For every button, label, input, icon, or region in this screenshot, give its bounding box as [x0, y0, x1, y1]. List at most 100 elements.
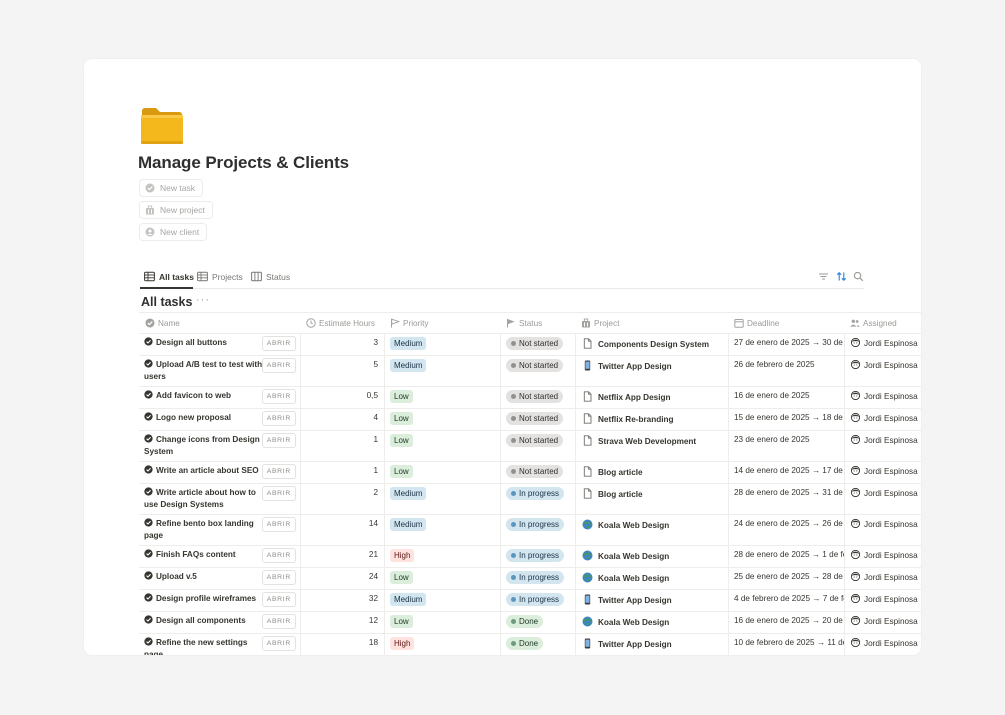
new-project-button[interactable]: New project: [139, 201, 213, 219]
deadline-cell[interactable]: 25 de enero de 2025 → 28 de en: [728, 567, 844, 589]
table-row[interactable]: Upload v.5 ABRIR 24 Low In progress Koala Web…: [139, 567, 921, 590]
status-cell[interactable]: Not started: [500, 386, 575, 408]
project-link[interactable]: Netflix Re-branding: [598, 415, 674, 424]
estimate-hours[interactable]: 3: [300, 333, 384, 355]
assigned-cell[interactable]: Jordi Espinosa: [844, 567, 921, 589]
task-name-cell[interactable]: Logo new proposal ABRIR: [139, 408, 300, 430]
status-cell[interactable]: Not started: [500, 355, 575, 386]
column-header-assigned[interactable]: Assigned: [844, 313, 921, 333]
deadline-cell[interactable]: 23 de enero de 2025: [728, 430, 844, 461]
status-cell[interactable]: Not started: [500, 430, 575, 461]
column-header-project[interactable]: Project: [575, 313, 728, 333]
estimate-hours[interactable]: 4: [300, 408, 384, 430]
status-cell[interactable]: Not started: [500, 408, 575, 430]
column-header-deadline[interactable]: Deadline: [728, 313, 844, 333]
table-row[interactable]: Upload A/B test to test with users ABRIR 5…: [139, 355, 921, 387]
project-cell[interactable]: Twitter App Design: [575, 589, 728, 611]
priority-cell[interactable]: High: [384, 633, 500, 655]
project-cell[interactable]: Twitter App Design: [575, 355, 728, 386]
open-button[interactable]: ABRIR: [261, 464, 296, 479]
deadline-cell[interactable]: 26 de febrero de 2025: [728, 355, 844, 386]
assigned-cell[interactable]: Jordi Espinosa: [844, 589, 921, 611]
column-header-priority[interactable]: Priority: [384, 313, 500, 333]
priority-cell[interactable]: Low: [384, 408, 500, 430]
filter-icon[interactable]: [818, 271, 829, 282]
priority-cell[interactable]: High: [384, 545, 500, 567]
task-name-cell[interactable]: Design profile wireframes ABRIR: [139, 589, 300, 611]
priority-cell[interactable]: Medium: [384, 589, 500, 611]
assigned-cell[interactable]: Jordi Espinosa: [844, 355, 921, 386]
status-cell[interactable]: In progress: [500, 514, 575, 545]
sort-icon[interactable]: [836, 271, 847, 282]
column-header-name[interactable]: Name: [139, 313, 300, 333]
assigned-cell[interactable]: Jordi Espinosa: [844, 633, 921, 655]
open-button[interactable]: ABRIR: [261, 636, 296, 651]
project-link[interactable]: Netflix App Design: [598, 393, 670, 402]
priority-cell[interactable]: Medium: [384, 355, 500, 386]
deadline-cell[interactable]: 28 de enero de 2025 → 1 de feb: [728, 545, 844, 567]
project-cell[interactable]: Components Design System: [575, 333, 728, 355]
status-cell[interactable]: In progress: [500, 483, 575, 514]
estimate-hours[interactable]: 5: [300, 355, 384, 386]
project-cell[interactable]: Netflix Re-branding: [575, 408, 728, 430]
column-header-status[interactable]: Status: [500, 313, 575, 333]
project-link[interactable]: Koala Web Design: [598, 521, 669, 530]
priority-cell[interactable]: Low: [384, 611, 500, 633]
table-row[interactable]: Finish FAQs content ABRIR 21 High In progres…: [139, 545, 921, 568]
open-button[interactable]: ABRIR: [261, 548, 296, 563]
assigned-cell[interactable]: Jordi Espinosa: [844, 611, 921, 633]
open-button[interactable]: ABRIR: [261, 592, 296, 607]
status-cell[interactable]: In progress: [500, 567, 575, 589]
new-client-button[interactable]: New client: [139, 223, 208, 241]
project-link[interactable]: Blog article: [598, 468, 643, 477]
tab-status[interactable]: Status: [251, 271, 290, 282]
table-row[interactable]: Design profile wireframes ABRIR 32 Medium In…: [139, 589, 921, 612]
assigned-cell[interactable]: Jordi Espinosa: [844, 408, 921, 430]
estimate-hours[interactable]: 0,5: [300, 386, 384, 408]
status-cell[interactable]: Not started: [500, 333, 575, 355]
project-link[interactable]: Components Design System: [598, 340, 709, 349]
table-row[interactable]: Refine bento box landing page ABRIR 14 Medi…: [139, 514, 921, 546]
assigned-cell[interactable]: Jordi Espinosa: [844, 386, 921, 408]
status-cell[interactable]: Done: [500, 611, 575, 633]
open-button[interactable]: ABRIR: [261, 411, 296, 426]
table-row[interactable]: Logo new proposal ABRIR 4 Low Not started Net…: [139, 408, 921, 431]
deadline-cell[interactable]: 15 de enero de 2025 → 18 de en: [728, 408, 844, 430]
task-name-cell[interactable]: Refine the new settings page ABRIR: [139, 633, 300, 655]
task-name-cell[interactable]: Write an article about SEO ABRIR: [139, 461, 300, 483]
estimate-hours[interactable]: 18: [300, 633, 384, 655]
assigned-cell[interactable]: Jordi Espinosa: [844, 483, 921, 514]
deadline-cell[interactable]: 16 de enero de 2025 → 20 de en: [728, 611, 844, 633]
deadline-cell[interactable]: 24 de enero de 2025 → 26 de en: [728, 514, 844, 545]
table-row[interactable]: Write an article about SEO ABRIR 1 Low Not s…: [139, 461, 921, 484]
project-cell[interactable]: Twitter App Design: [575, 633, 728, 655]
open-button[interactable]: ABRIR: [261, 486, 296, 501]
project-link[interactable]: Twitter App Design: [598, 362, 672, 371]
project-link[interactable]: Koala Web Design: [598, 618, 669, 627]
estimate-hours[interactable]: 1: [300, 461, 384, 483]
search-icon[interactable]: [853, 271, 864, 282]
deadline-cell[interactable]: 27 de enero de 2025 → 30 de en: [728, 333, 844, 355]
open-button[interactable]: ABRIR: [261, 517, 296, 532]
new-task-button[interactable]: New task: [139, 179, 203, 197]
deadline-cell[interactable]: 10 de febrero de 2025 → 11 de: [728, 633, 844, 655]
project-cell[interactable]: Netflix App Design: [575, 386, 728, 408]
project-cell[interactable]: Koala Web Design: [575, 514, 728, 545]
task-name-cell[interactable]: Design all buttons ABRIR: [139, 333, 300, 355]
project-cell[interactable]: Strava Web Development: [575, 430, 728, 461]
priority-cell[interactable]: Medium: [384, 333, 500, 355]
task-name-cell[interactable]: Add favicon to web ABRIR: [139, 386, 300, 408]
deadline-cell[interactable]: 14 de enero de 2025 → 17 de en: [728, 461, 844, 483]
status-cell[interactable]: In progress: [500, 589, 575, 611]
tab-projects[interactable]: Projects: [197, 271, 243, 282]
project-link[interactable]: Twitter App Design: [598, 640, 672, 649]
project-cell[interactable]: Koala Web Design: [575, 567, 728, 589]
table-row[interactable]: Write article about how to use Design Sy…: [139, 483, 921, 515]
table-row[interactable]: Refine the new settings page ABRIR 18 High D…: [139, 633, 921, 655]
status-cell[interactable]: Not started: [500, 461, 575, 483]
tab-all-tasks[interactable]: All tasks: [144, 271, 194, 282]
task-name-cell[interactable]: Upload A/B test to test with users ABRIR: [139, 355, 300, 386]
open-button[interactable]: ABRIR: [261, 433, 296, 448]
project-link[interactable]: Koala Web Design: [598, 574, 669, 583]
estimate-hours[interactable]: 14: [300, 514, 384, 545]
